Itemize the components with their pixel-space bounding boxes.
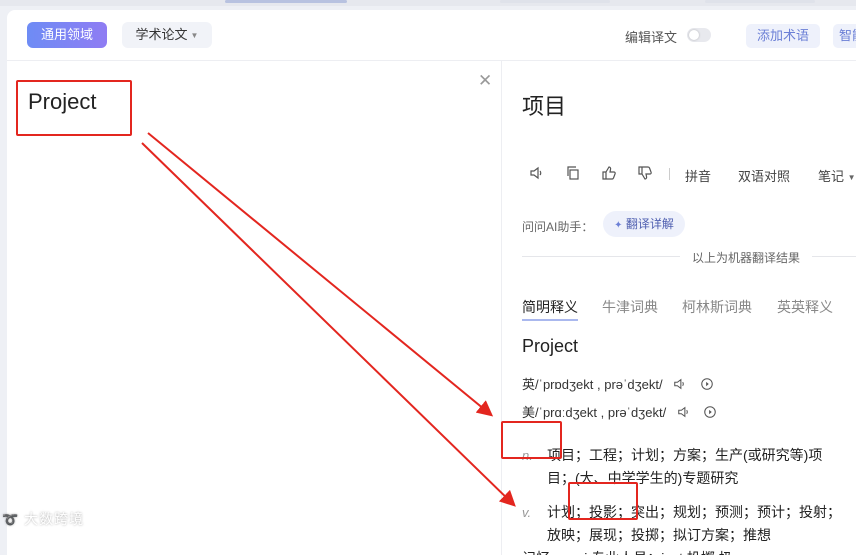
translation-result: 项目 (522, 94, 567, 119)
academic-paper-label: 学术论文 (135, 27, 188, 42)
uk-pronunciation: 英/ˈprɒdʒekt , prəˈdʒekt/ (522, 374, 714, 394)
divider-line (812, 256, 856, 257)
replay-icon[interactable] (703, 405, 717, 422)
thumbs-down-icon[interactable] (637, 165, 653, 181)
thumbs-up-icon[interactable] (601, 165, 617, 181)
pinyin-button[interactable]: 拼音 (685, 166, 711, 185)
tab-indicator (500, 0, 610, 3)
copy-icon[interactable] (565, 165, 581, 181)
annotation-box-noun (501, 421, 562, 459)
notes-dropdown[interactable]: 笔记 ▼ (818, 166, 856, 185)
translation-detail-button[interactable]: ✦ 翻译详解 (603, 211, 685, 237)
part-of-speech: v. (522, 505, 532, 520)
smart-button[interactable]: 智能 (833, 24, 856, 48)
watermark-text: 大数跨境 (24, 511, 85, 527)
etymology-text: 记忆，proj 专业人员；ject 投掷,扔 (522, 547, 822, 555)
tab-english[interactable]: 英英释义 (777, 297, 833, 317)
us-pronunciation: 美/ˈprɑːdʒekt , prəˈdʒekt/ (522, 402, 717, 422)
logo-icon: ➰ (2, 512, 20, 527)
tab-collins[interactable]: 柯林斯词典 (682, 297, 752, 317)
watermark: ➰ 大数跨境 (2, 509, 84, 529)
us-phonetic: 美/ˈprɑːdʒekt , prəˈdʒekt/ (522, 405, 667, 420)
annotation-box-verb (568, 482, 638, 520)
toolbar: 通用领域 学术论文▼ 编辑译文 添加术语 智能 (7, 10, 856, 61)
bilingual-button[interactable]: 双语对照 (738, 166, 790, 185)
dictionary-headword: Project (522, 336, 579, 356)
sparkle-icon: ✦ (614, 220, 623, 231)
machine-translation-divider: 以上为机器翻译结果 (522, 249, 856, 265)
divider-line (522, 256, 680, 257)
tab-indicator (225, 0, 347, 3)
speaker-icon[interactable] (529, 165, 545, 181)
uk-phonetic: 英/ˈprɒdʒekt , prəˈdʒekt/ (522, 377, 663, 392)
academic-paper-dropdown[interactable]: 学术论文 ▼ (122, 22, 212, 48)
edit-translation-toggle[interactable] (687, 28, 711, 42)
general-domain-button[interactable]: 通用领域 (27, 22, 107, 48)
tab-concise[interactable]: 简明释义 (522, 297, 578, 321)
translation-detail-label: 翻译详解 (625, 217, 674, 231)
replay-icon[interactable] (700, 377, 714, 394)
notes-label: 笔记 (818, 169, 845, 184)
action-separator (669, 168, 670, 180)
tab-oxford[interactable]: 牛津词典 (602, 297, 658, 317)
speaker-icon[interactable] (673, 377, 687, 394)
definition-etymology: 记忆，proj 专业人员；ject 投掷,扔 (522, 547, 852, 555)
tab-indicator (705, 0, 815, 3)
ai-assistant-label: 问问AI助手： (522, 220, 594, 234)
result-panel: 项目 拼音 双语对照 笔记 ▼ 问问AI助手： ✦ 翻译详解 以上为机器翻译结果 (502, 61, 856, 555)
annotation-box-source (16, 80, 132, 136)
close-icon[interactable]: ✕ (478, 71, 492, 91)
browser-top-strip (0, 0, 856, 6)
speaker-icon[interactable] (677, 405, 691, 422)
divider-text: 以上为机器翻译结果 (692, 251, 801, 265)
chevron-down-icon: ▼ (190, 31, 199, 40)
add-term-button[interactable]: 添加术语 (746, 24, 820, 48)
toggle-knob (689, 30, 699, 40)
chevron-down-icon: ▼ (847, 173, 856, 182)
edit-translation-label: 编辑译文 (625, 30, 678, 45)
translator-card: 通用领域 学术论文▼ 编辑译文 添加术语 智能 Project ✕ 项目 (7, 10, 856, 555)
